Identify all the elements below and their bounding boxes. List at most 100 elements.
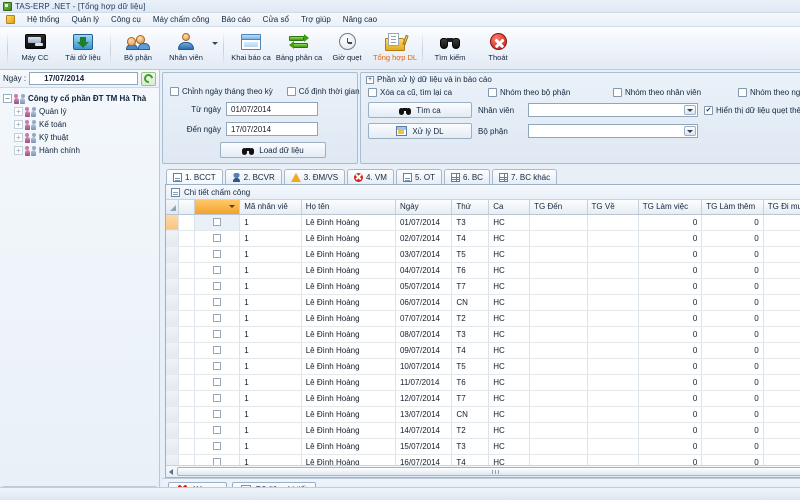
cell-hoten[interactable]: Lê Đình Hoàng bbox=[301, 422, 396, 439]
date-input[interactable]: 17/07/2014 bbox=[29, 72, 138, 85]
cell-tg-dimuon[interactable] bbox=[763, 326, 800, 343]
cell-hoten[interactable]: Lê Đình Hoàng bbox=[301, 406, 396, 423]
table-row[interactable]: 1 Lê Đình Hoàng 12/07/2014 T7 HC 0 0 bbox=[166, 390, 800, 407]
cell-ngay[interactable]: 16/07/2014 bbox=[395, 454, 453, 465]
row-header-cell[interactable] bbox=[166, 278, 179, 295]
cell-ngay[interactable]: 07/07/2014 bbox=[395, 310, 453, 327]
checkbox-box[interactable] bbox=[213, 234, 222, 243]
cell-tg-lamthem[interactable]: 0 bbox=[701, 262, 764, 279]
toolbar-button-nhan-vien[interactable]: Nhân viên bbox=[162, 30, 210, 62]
cell-tg-den[interactable] bbox=[529, 278, 588, 295]
checkbox-box[interactable] bbox=[213, 410, 222, 419]
cell-thu[interactable]: T7 bbox=[451, 390, 490, 407]
toolbar-button-may-cc[interactable]: Máy CC bbox=[11, 30, 59, 62]
checkbox-box[interactable] bbox=[213, 250, 222, 259]
column-header-tg-lam-them[interactable]: TG Làm thêm bbox=[701, 200, 764, 215]
tab-bcvr[interactable]: 2. BCVR bbox=[224, 169, 282, 184]
cell-tg-dimuon[interactable] bbox=[763, 342, 800, 359]
row-select-checkbox[interactable] bbox=[194, 374, 241, 391]
menu-item-cua-so[interactable]: Cửa sổ bbox=[257, 15, 295, 24]
cell-tg-lamviec[interactable]: 0 bbox=[638, 342, 703, 359]
tree-node-company[interactable]: − Công ty cổ phần ĐT TM Hà Thà bbox=[3, 92, 157, 105]
cell-ca[interactable]: HC bbox=[488, 230, 531, 247]
cell-tg-ve[interactable] bbox=[587, 230, 639, 247]
table-row[interactable]: 1 Lê Đình Hoàng 09/07/2014 T4 HC 0 0 bbox=[166, 342, 800, 359]
cell-ma[interactable]: 1 bbox=[239, 310, 302, 327]
tab-bc[interactable]: 6. BC bbox=[443, 169, 490, 184]
row-header-cell[interactable] bbox=[166, 214, 179, 231]
cell-ca[interactable]: HC bbox=[488, 438, 531, 455]
cell-tg-den[interactable] bbox=[529, 246, 588, 263]
row-select-checkbox[interactable] bbox=[194, 342, 241, 359]
cell-tg-den[interactable] bbox=[529, 406, 588, 423]
cell-tg-ve[interactable] bbox=[587, 294, 639, 311]
cell-thu[interactable]: T6 bbox=[451, 374, 490, 391]
table-row[interactable]: 1 Lê Đình Hoàng 11/07/2014 T6 HC 0 0 bbox=[166, 374, 800, 391]
refresh-icon[interactable] bbox=[141, 71, 156, 86]
row-select-checkbox[interactable] bbox=[194, 454, 241, 465]
tab-ot[interactable]: 5. OT bbox=[395, 169, 442, 184]
cell-thu[interactable]: T6 bbox=[451, 262, 490, 279]
cell-hoten[interactable]: Lê Đình Hoàng bbox=[301, 342, 396, 359]
cell-ca[interactable]: HC bbox=[488, 262, 531, 279]
toolbar-button-gio-quet[interactable]: Giờ quẹt bbox=[323, 30, 371, 62]
checkbox-box[interactable] bbox=[213, 346, 222, 355]
scroll-left-arrow-icon[interactable] bbox=[169, 468, 173, 475]
cell-tg-den[interactable] bbox=[529, 326, 588, 343]
column-header-ma-nhan-vien[interactable]: Mã nhân viê bbox=[239, 200, 302, 215]
toolbar-button-bo-phan[interactable]: Bộ phận bbox=[114, 30, 162, 62]
toolbar-button-khai-bao-ca[interactable]: Khai báo ca bbox=[227, 30, 275, 62]
checkbox-box[interactable] bbox=[613, 88, 622, 97]
cell-ngay[interactable]: 09/07/2014 bbox=[395, 342, 453, 359]
checkbox-box[interactable] bbox=[368, 88, 377, 97]
cell-tg-dimuon[interactable] bbox=[763, 454, 800, 465]
row-header-cell[interactable] bbox=[166, 454, 179, 465]
cell-tg-dimuon[interactable] bbox=[763, 374, 800, 391]
cell-tg-den[interactable] bbox=[529, 294, 588, 311]
cell-tg-dimuon[interactable] bbox=[763, 390, 800, 407]
cell-ngay[interactable]: 13/07/2014 bbox=[395, 406, 453, 423]
menu-item-may-cham-cong[interactable]: Máy chấm công bbox=[147, 15, 215, 24]
checkbox-box[interactable] bbox=[213, 330, 222, 339]
cell-tg-dimuon[interactable] bbox=[763, 438, 800, 455]
cell-hoten[interactable]: Lê Đình Hoàng bbox=[301, 230, 396, 247]
cell-hoten[interactable]: Lê Đình Hoàng bbox=[301, 278, 396, 295]
cell-ca[interactable]: HC bbox=[488, 278, 531, 295]
menu-item-he-thong[interactable]: Hệ thống bbox=[21, 15, 65, 24]
cell-ca[interactable]: HC bbox=[488, 326, 531, 343]
cell-ma[interactable]: 1 bbox=[239, 278, 302, 295]
grid-corner-header[interactable] bbox=[166, 200, 179, 215]
menu-item-cong-cu[interactable]: Công cụ bbox=[105, 15, 147, 24]
cell-thu[interactable]: T3 bbox=[451, 214, 490, 231]
checkbox-co-dinh-thoi-gian[interactable]: Cố định thời gian bbox=[286, 87, 360, 96]
cell-ma[interactable]: 1 bbox=[239, 214, 302, 231]
cell-ngay[interactable]: 15/07/2014 bbox=[395, 438, 453, 455]
cell-tg-lamthem[interactable]: 0 bbox=[701, 246, 764, 263]
cell-tg-lamthem[interactable]: 0 bbox=[701, 454, 764, 465]
cell-tg-lamthem[interactable]: 0 bbox=[701, 438, 764, 455]
cell-tg-den[interactable] bbox=[529, 374, 588, 391]
checkbox-nhom-theo-ngay[interactable]: Nhóm theo ngày bbox=[738, 88, 800, 97]
cell-tg-dimuon[interactable] bbox=[763, 278, 800, 295]
toolbar-button-tong-hop-dl[interactable]: Tổng hợp DL bbox=[371, 30, 419, 62]
row-select-checkbox[interactable] bbox=[194, 326, 241, 343]
cell-tg-lamthem[interactable]: 0 bbox=[701, 214, 764, 231]
cell-ngay[interactable]: 12/07/2014 bbox=[395, 390, 453, 407]
load-data-button[interactable]: Load dữ liệu bbox=[220, 142, 326, 158]
row-header-cell[interactable] bbox=[166, 342, 179, 359]
cell-ma[interactable]: 1 bbox=[239, 438, 302, 455]
row-select-checkbox[interactable] bbox=[194, 278, 241, 295]
table-row[interactable]: 1 Lê Đình Hoàng 16/07/2014 T4 HC 0 0 bbox=[166, 454, 800, 465]
column-header-ho-ten[interactable]: Họ tên bbox=[301, 200, 396, 215]
row-select-checkbox[interactable] bbox=[194, 262, 241, 279]
tree-expander-icon[interactable]: + bbox=[14, 107, 23, 116]
toolbar-button-tim-kiem[interactable]: Tìm kiếm bbox=[426, 30, 474, 62]
tree-expander-icon[interactable]: − bbox=[3, 94, 12, 103]
cell-tg-den[interactable] bbox=[529, 438, 588, 455]
cell-tg-lamviec[interactable]: 0 bbox=[638, 454, 703, 465]
tab-vm[interactable]: 4. VM bbox=[347, 169, 394, 184]
cell-tg-den[interactable] bbox=[529, 262, 588, 279]
cell-ma[interactable]: 1 bbox=[239, 374, 302, 391]
row-header-cell[interactable] bbox=[166, 358, 179, 375]
row-select-checkbox[interactable] bbox=[194, 214, 241, 231]
